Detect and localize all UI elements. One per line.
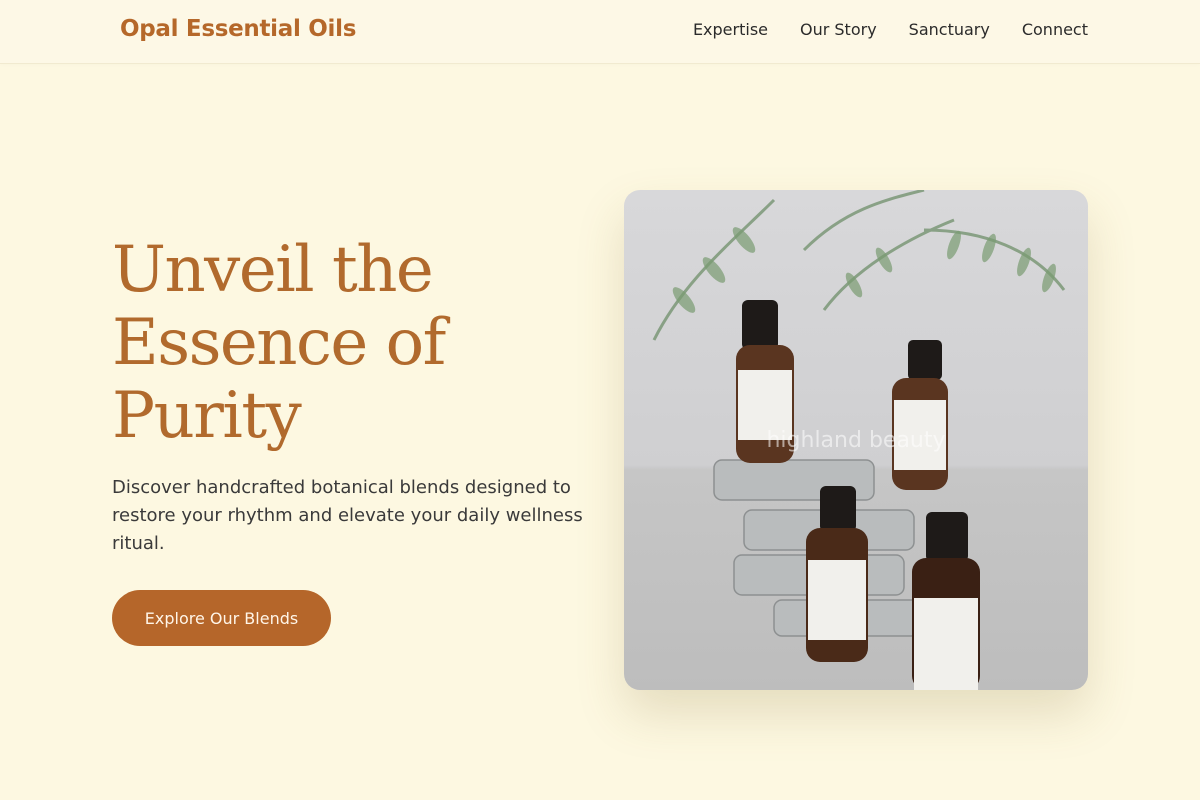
hero-title-line: Unveil the: [112, 233, 434, 307]
nav-link-connect[interactable]: Connect: [1022, 20, 1088, 39]
hero-title-line: Purity: [112, 379, 302, 453]
hero-title: Unveil the Essence of Purity: [112, 234, 532, 453]
hero-subtitle: Discover handcrafted botanical blends de…: [112, 477, 583, 554]
hero-image-caption: highland beauty: [766, 428, 946, 453]
nav-link-our-story[interactable]: Our Story: [800, 20, 877, 39]
nav-link-sanctuary[interactable]: Sanctuary: [909, 20, 990, 39]
brand-logo[interactable]: Opal Essential Oils: [120, 16, 356, 42]
nav-link-expertise[interactable]: Expertise: [693, 20, 768, 39]
explore-blends-button[interactable]: Explore Our Blends: [112, 590, 331, 646]
hero-title-line: Essence of: [112, 306, 446, 380]
main-nav: Expertise Our Story Sanctuary Connect: [693, 20, 1088, 39]
site-header: Opal Essential Oils Expertise Our Story …: [0, 0, 1200, 64]
hero-image: highland beauty: [624, 190, 1088, 690]
